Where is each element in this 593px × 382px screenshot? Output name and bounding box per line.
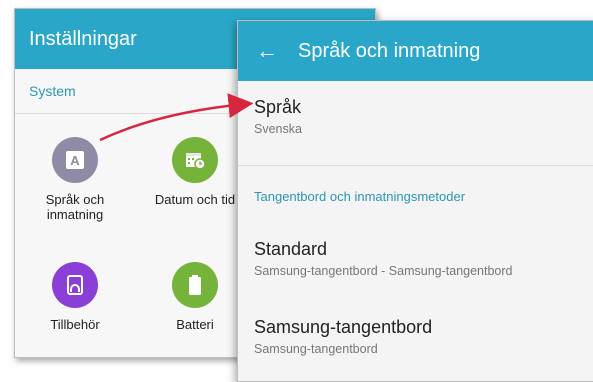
language-input-panel: ← Språk och inmatning Språk Svenska Tang… <box>237 20 593 382</box>
tile-accessories[interactable]: Tillbehör <box>15 262 135 332</box>
language-input-title: Språk och inmatning <box>298 39 481 62</box>
language-row[interactable]: Språk Svenska <box>254 97 593 136</box>
samsung-keyboard-row[interactable]: Samsung-tangentbord Samsung-tangentbord <box>254 317 593 356</box>
calendar-clock-icon <box>172 137 218 183</box>
keyboards-section-label: Tangentbord och inmatningsmetoder <box>254 189 466 204</box>
settings-title: Inställningar <box>29 27 137 50</box>
default-keyboard-value: Samsung-tangentbord - Samsung-tangentbor… <box>254 264 513 278</box>
svg-text:A: A <box>70 153 80 168</box>
accessory-icon <box>52 262 98 308</box>
tile-language-input[interactable]: A Språk och inmatning <box>15 137 135 222</box>
divider <box>238 165 593 166</box>
tile-label: Tillbehör <box>50 317 100 332</box>
language-value: Svenska <box>254 122 302 136</box>
default-keyboard-title: Standard <box>254 239 328 259</box>
language-icon: A <box>52 137 98 183</box>
back-arrow-icon[interactable]: ← <box>256 38 278 64</box>
tile-label: Språk och inmatning <box>45 192 105 222</box>
samsung-keyboard-value: Samsung-tangentbord <box>254 342 378 356</box>
system-section-label: System <box>29 83 76 99</box>
battery-icon <box>172 262 218 308</box>
default-keyboard-row[interactable]: Standard Samsung-tangentbord - Samsung-t… <box>254 239 593 278</box>
language-title: Språk <box>254 97 302 117</box>
language-input-header: ← Språk och inmatning <box>238 21 593 81</box>
samsung-keyboard-title: Samsung-tangentbord <box>254 317 433 337</box>
